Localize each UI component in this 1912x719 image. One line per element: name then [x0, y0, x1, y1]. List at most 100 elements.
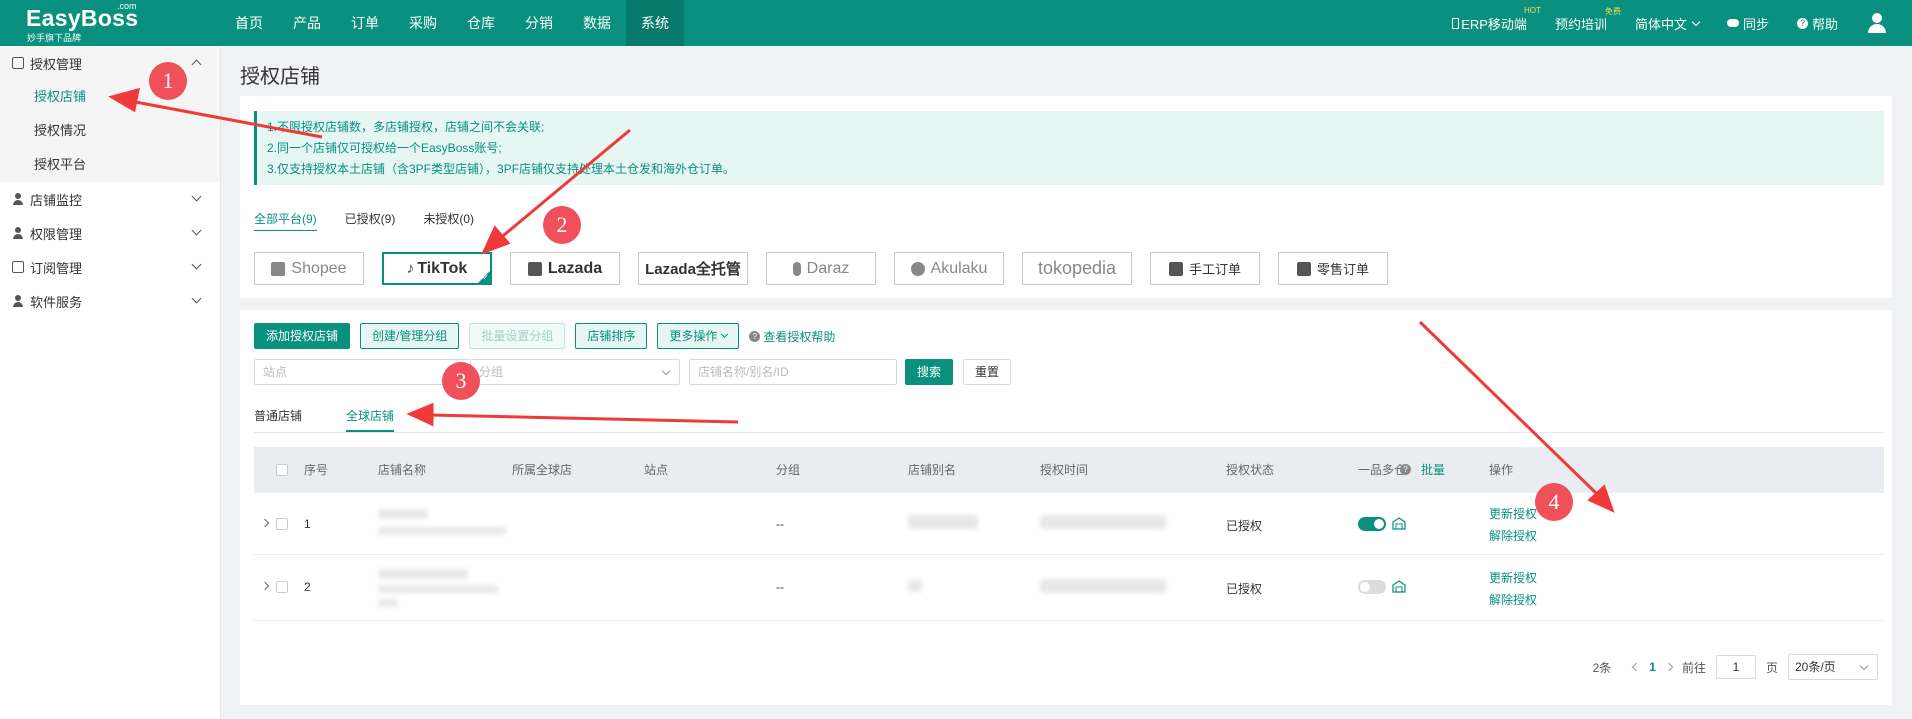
manage-group-button[interactable]: 创建/管理分组	[360, 323, 460, 349]
warehouse-icon[interactable]	[1392, 517, 1406, 530]
site-placeholder: 站点	[263, 365, 288, 379]
sidebar-item-auth-platforms[interactable]: 授权平台	[0, 148, 220, 182]
chevron-right-icon[interactable]	[260, 518, 270, 528]
redacted-auth-time	[1040, 579, 1166, 593]
site-select[interactable]: 站点	[254, 359, 470, 385]
redacted-store-extra	[378, 599, 398, 607]
subscription-icon	[12, 261, 24, 273]
notice-line: 1.不限授权店铺数，多店铺授权，店铺之间不会关联;	[267, 120, 545, 134]
row-index: 2	[304, 580, 311, 594]
select-all-checkbox[interactable]	[276, 464, 288, 476]
tab-all-platforms[interactable]: 全部平台(9)	[254, 210, 317, 231]
mobile-app-link[interactable]: ERP移动端 HOT	[1452, 6, 1541, 33]
row-checkbox[interactable]	[276, 518, 288, 530]
platform-tokopedia[interactable]: tokopedia	[1022, 252, 1132, 285]
revoke-auth-link[interactable]: 解除授权	[1489, 527, 1537, 544]
add-store-button[interactable]: 添加授权店铺	[254, 323, 351, 349]
platform-shopee[interactable]: Shopee	[254, 252, 364, 285]
tab-normal-stores[interactable]: 普通店铺	[254, 405, 302, 432]
brand-com: .com	[117, 1, 137, 11]
help-label: 帮助	[1811, 16, 1838, 32]
nav-purchase[interactable]: 采购	[394, 0, 452, 46]
sidebar-group-software[interactable]: 软件服务	[0, 284, 220, 318]
sidebar-group-permissions[interactable]: 权限管理	[0, 216, 220, 250]
revoke-auth-link[interactable]: 解除授权	[1489, 591, 1537, 608]
auth-help-link[interactable]: ? 查看授权帮助	[749, 328, 835, 345]
chevron-right-icon[interactable]	[260, 581, 270, 591]
platform-daraz[interactable]: Daraz	[766, 252, 876, 285]
user-icon	[12, 193, 24, 205]
batch-group-button[interactable]: 批量设置分组	[469, 323, 566, 349]
sidebar-group-label: 软件服务	[30, 294, 83, 310]
multi-warehouse-toggle[interactable]	[1358, 517, 1386, 531]
header-multi-warehouse: 一品多仓	[1358, 463, 1407, 477]
tab-unauthorized[interactable]: 未授权(0)	[423, 210, 474, 231]
user-avatar-icon[interactable]	[1866, 12, 1888, 34]
row-status: 已授权	[1226, 519, 1263, 533]
store-search-input[interactable]	[689, 359, 897, 385]
batch-link[interactable]: 批量	[1421, 447, 1445, 493]
group-select[interactable]: 分组	[470, 359, 680, 385]
platform-label: 手工订单	[1188, 262, 1241, 277]
header-global-store: 所属全球店	[512, 463, 573, 477]
nav-warehouse[interactable]: 仓库	[452, 0, 510, 46]
nav-home[interactable]: 首页	[220, 0, 278, 46]
platform-label: Shopee	[291, 259, 347, 277]
platform-lazada-full[interactable]: Lazada全托管	[638, 252, 748, 285]
training-link[interactable]: 预约培训 免费	[1555, 7, 1621, 33]
nav-orders[interactable]: 订单	[336, 0, 394, 46]
sync-button[interactable]: 同步	[1726, 14, 1769, 33]
sidebar-group-auth[interactable]: 授权管理	[0, 46, 220, 80]
header-store-name: 店铺名称	[378, 463, 427, 477]
sidebar-item-auth-stores[interactable]: 授权店铺	[0, 80, 220, 114]
nav-products[interactable]: 产品	[278, 0, 336, 46]
multi-warehouse-toggle[interactable]	[1358, 580, 1386, 594]
annotation-badge-1: 1	[149, 62, 187, 100]
update-auth-link[interactable]: 更新授权	[1489, 505, 1537, 522]
nav-data[interactable]: 数据	[568, 0, 626, 46]
page-jump-input[interactable]	[1715, 655, 1756, 679]
row-checkbox[interactable]	[276, 581, 288, 593]
chevron-down-icon	[191, 293, 202, 304]
platform-label: 零售订单	[1316, 262, 1369, 277]
tab-global-stores[interactable]: 全球店铺	[346, 405, 395, 432]
platform-label: Lazada全托管	[645, 261, 741, 278]
row-status: 已授权	[1226, 582, 1263, 596]
page-size-select[interactable]: 20条/页	[1788, 654, 1878, 680]
current-page[interactable]: 1	[1649, 660, 1656, 674]
platform-tiktok[interactable]: ♪ TikTok ✓	[382, 252, 492, 285]
help-button[interactable]: ? 帮助	[1796, 14, 1838, 33]
sidebar-group-label: 订阅管理	[30, 260, 83, 276]
platform-lazada[interactable]: Lazada	[510, 252, 620, 285]
chevron-up-icon	[191, 59, 202, 70]
sidebar-group-subscription[interactable]: 订阅管理	[0, 250, 220, 284]
more-actions-button[interactable]: 更多操作	[657, 323, 740, 349]
nav-distribution[interactable]: 分销	[510, 0, 568, 46]
help-icon: ?	[1796, 17, 1808, 29]
row-group: --	[776, 580, 784, 594]
language-select[interactable]: 简体中文	[1635, 14, 1701, 33]
platform-manual-order[interactable]: 手工订单	[1150, 252, 1260, 285]
logo[interactable]: EasyBoss .com 妙手旗下品牌	[0, 0, 220, 46]
chevron-left-icon[interactable]	[1632, 662, 1641, 672]
platform-retail-order[interactable]: 零售订单	[1278, 252, 1388, 285]
reset-button[interactable]: 重置	[963, 359, 1012, 385]
update-auth-link[interactable]: 更新授权	[1489, 569, 1537, 586]
more-actions-label: 更多操作	[669, 329, 718, 343]
hot-badge: HOT	[1524, 5, 1541, 15]
nav-system[interactable]: 系统	[626, 0, 684, 46]
filter-row: 站点 分组 搜索 重置	[254, 359, 1021, 385]
chevron-right-icon[interactable]	[1664, 662, 1674, 672]
sidebar-item-auth-status[interactable]: 授权情况	[0, 114, 220, 148]
warehouse-icon[interactable]	[1392, 580, 1406, 593]
platform-akulaku[interactable]: Akulaku	[894, 252, 1004, 285]
store-sort-button[interactable]: 店铺排序	[575, 323, 648, 349]
lazada-box-icon	[527, 261, 542, 276]
search-button[interactable]: 搜索	[905, 359, 954, 385]
sidebar-group-monitor[interactable]: 店铺监控	[0, 182, 220, 216]
question-icon[interactable]: ?	[1400, 464, 1411, 475]
tab-authorized[interactable]: 已授权(9)	[345, 210, 396, 231]
redacted-store-name	[378, 569, 468, 579]
chevron-down-icon	[661, 366, 671, 376]
auth-help-label: 查看授权帮助	[763, 329, 836, 344]
